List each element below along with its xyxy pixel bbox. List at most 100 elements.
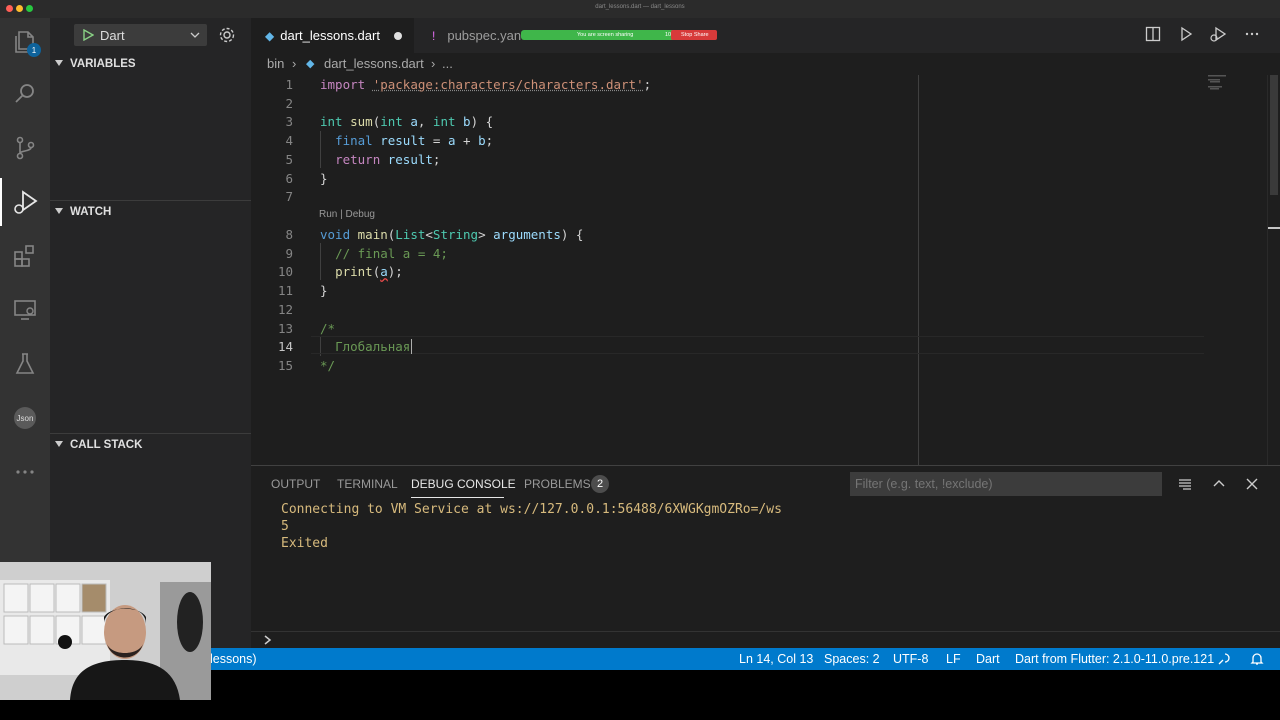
breadcrumb-folder[interactable]: bin [267, 56, 284, 71]
explorer-badge: 1 [27, 43, 41, 57]
testing-activity[interactable] [0, 340, 50, 388]
debug-run-icon[interactable] [1210, 26, 1226, 42]
title-bar: dart_lessons.dart — dart_lessons [0, 0, 1280, 18]
minimap[interactable] [1208, 75, 1266, 95]
tab-pubspec[interactable]: ! pubspec.yan [414, 18, 524, 53]
token: b [463, 114, 471, 130]
screen-share-banner: You are screen sharing 10:39 Stop Share [521, 30, 717, 40]
console-input-divider [251, 631, 1280, 632]
token: int [380, 114, 403, 130]
start-debugging-icon[interactable] [82, 29, 94, 41]
flask-icon [15, 353, 35, 374]
status-left-item[interactable]: lessons) [210, 652, 257, 666]
debug-sidebar: Dart VARIABLES WATCH CALL STACK [50, 18, 251, 648]
json-icon: Json [14, 407, 36, 429]
variables-section-header[interactable]: VARIABLES [50, 53, 251, 75]
json-activity[interactable]: Json [0, 394, 50, 442]
clear-console-icon[interactable] [1177, 476, 1193, 492]
breadcrumb-separator: › [292, 56, 297, 71]
token: arguments [493, 227, 561, 242]
explorer-activity[interactable]: 1 [0, 18, 50, 66]
token: String [432, 227, 479, 242]
problems-count-badge: 2 [591, 475, 609, 493]
run-icon[interactable] [1178, 26, 1194, 42]
extensions-icon [14, 245, 34, 267]
extensions-activity[interactable] [0, 232, 50, 280]
status-language[interactable]: Dart [976, 652, 1000, 666]
code-line: 15 */ [251, 356, 1280, 375]
error-token[interactable]: a [380, 264, 388, 279]
chevron-up-icon[interactable] [1211, 476, 1227, 492]
status-cursor-position[interactable]: Ln 14, Col 13 [739, 652, 813, 666]
dart-file-icon: ◆ [306, 58, 315, 70]
close-icon[interactable] [1244, 476, 1260, 492]
token: int [320, 114, 343, 130]
tab-terminal[interactable]: TERMINAL [337, 477, 398, 491]
code-line: 10 print(a); [251, 262, 1280, 281]
tab-debug-console[interactable]: DEBUG CONSOLE [411, 477, 516, 491]
tab-dart-lessons[interactable]: ◆ dart_lessons.dart [251, 18, 414, 53]
breadcrumb-more[interactable]: ... [442, 56, 453, 71]
token: import [320, 77, 366, 92]
line-number: 1 [285, 77, 293, 92]
gear-icon[interactable] [218, 26, 236, 44]
variables-label: VARIABLES [70, 58, 136, 70]
unsaved-dot-icon[interactable] [393, 31, 402, 40]
code-editor[interactable]: 1 import 'package:characters/characters.… [251, 75, 1280, 465]
token: a [410, 114, 418, 130]
console-line: Connecting to VM Service at ws://127.0.0… [281, 502, 782, 517]
token: ; [395, 264, 403, 280]
code-line: 3 int sum(int a, int b) { [251, 112, 1280, 131]
token: ; [432, 151, 441, 167]
run-debug-icon [14, 190, 38, 214]
debug-config-select[interactable]: Dart [74, 24, 207, 46]
token[interactable]: 'package:characters/characters.dart' [373, 77, 644, 92]
search-activity[interactable] [0, 70, 50, 118]
tab-output[interactable]: OUTPUT [271, 477, 320, 491]
codelens-run-debug[interactable]: Run | Debug [319, 209, 375, 220]
status-eol[interactable]: LF [946, 652, 961, 666]
stop-share-button[interactable]: Stop Share [671, 30, 717, 40]
split-editor-icon[interactable] [1145, 26, 1161, 42]
code-line: 4 final result = a + b; [251, 131, 1280, 150]
live-share-icon[interactable] [1217, 652, 1231, 666]
chevron-down-icon [190, 32, 200, 38]
svg-text:Json: Json [17, 414, 34, 423]
watch-section-header[interactable]: WATCH [50, 201, 251, 223]
code-line: 14 Глобальная [251, 337, 1280, 356]
source-control-activity[interactable] [0, 124, 50, 172]
scrollbar-thumb[interactable] [1270, 75, 1278, 195]
status-encoding[interactable]: UTF-8 [893, 652, 928, 666]
breadcrumb-file[interactable]: dart_lessons.dart [324, 56, 424, 71]
status-sdk[interactable]: Dart from Flutter: 2.1.0-11.0.pre.121 [1015, 652, 1214, 666]
line-number: 12 [277, 301, 293, 317]
token: ; [643, 77, 652, 92]
tab-problems[interactable]: PROBLEMS [524, 477, 591, 491]
run-debug-activity[interactable] [0, 178, 50, 226]
chevron-down-icon [55, 208, 63, 214]
dart-file-icon: ◆ [265, 28, 275, 43]
more-icon [16, 470, 34, 474]
token: return [335, 151, 381, 167]
callstack-section-header[interactable]: CALL STACK [50, 434, 251, 456]
token: final [335, 133, 373, 149]
line-number: 9 [285, 245, 293, 261]
more-actions-icon[interactable] [1244, 26, 1260, 42]
active-tab-underline [411, 497, 504, 498]
callstack-label: CALL STACK [70, 439, 143, 451]
console-filter-input[interactable] [850, 472, 1162, 496]
code-line: 11 } [251, 281, 1280, 300]
token: ; [485, 133, 494, 149]
remote-explorer-activity[interactable] [0, 286, 50, 334]
more-activity[interactable] [0, 448, 50, 496]
status-indentation[interactable]: Spaces: 2 [824, 652, 880, 666]
webcam-overlay [0, 562, 211, 700]
source-control-icon [16, 136, 35, 160]
editor-scrollbar[interactable] [1267, 75, 1280, 465]
line-number: 8 [285, 227, 293, 242]
token: // final a = 4; [335, 245, 448, 261]
line-number: 15 [277, 357, 293, 373]
token: List [395, 227, 426, 242]
debug-config-name: Dart [100, 28, 125, 43]
bell-icon[interactable] [1250, 652, 1264, 666]
